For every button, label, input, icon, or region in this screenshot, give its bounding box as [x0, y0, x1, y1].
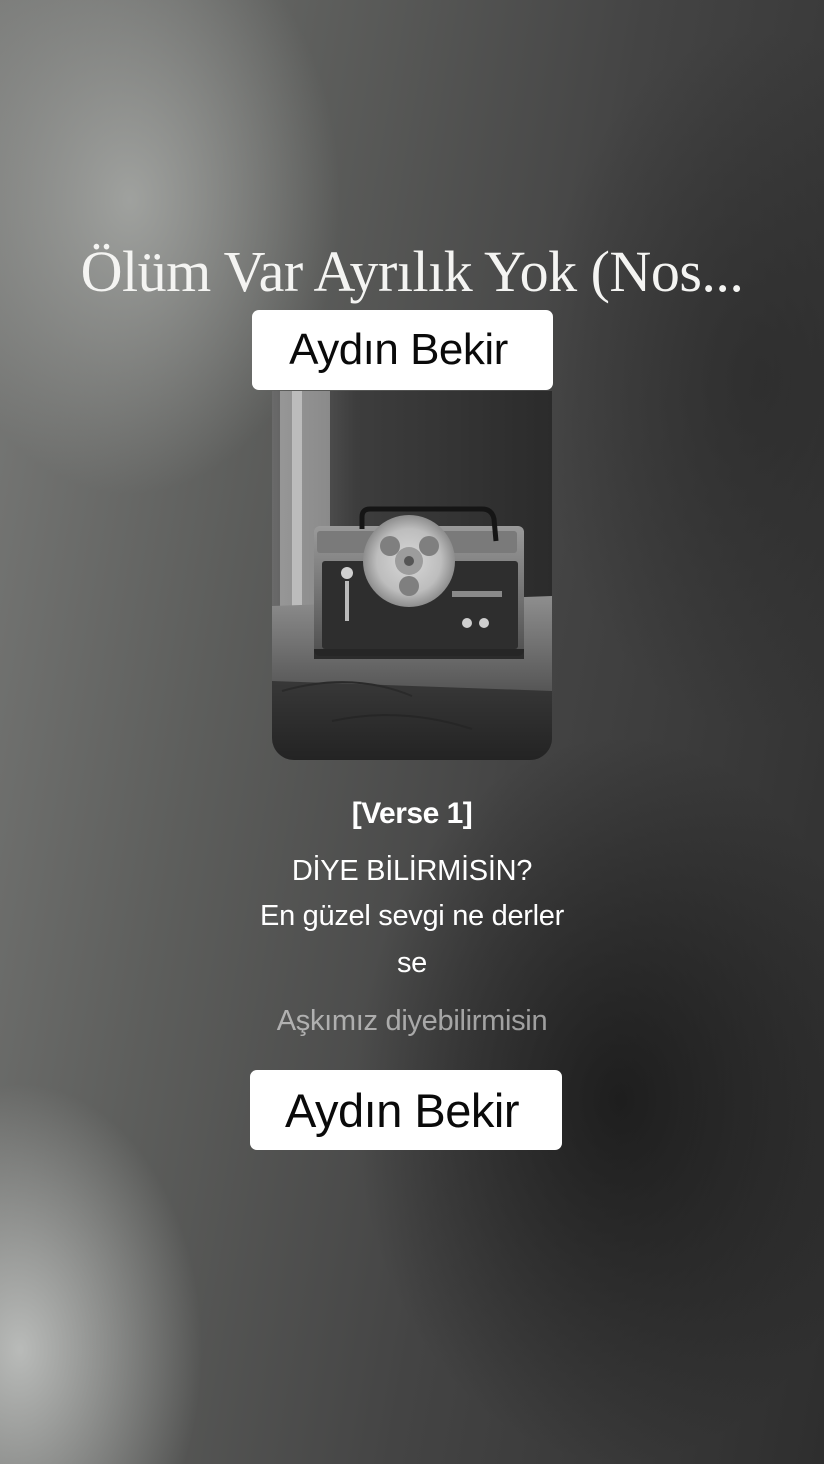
lyrics-screen: Ölüm Var Ayrılık Yok (Nos... Aydın Bekir — [0, 0, 824, 1464]
artist-badge-bottom[interactable]: Aydın Bekir — [250, 1070, 562, 1150]
lyric-line-upcoming[interactable]: Aşkımız diyebilirmisin — [0, 998, 824, 1044]
lyric-line-current[interactable]: DİYE BİLİRMİSİN? — [0, 848, 824, 894]
lyric-section-label: [Verse 1] — [351, 797, 473, 830]
lyric-line-current[interactable]: En güzel sevgi ne derler — [0, 893, 824, 939]
cover-art — [272, 391, 552, 760]
song-title: Ölüm Var Ayrılık Yok (Nos... — [80, 239, 744, 304]
cover-art-image — [272, 391, 552, 760]
artist-badge-top[interactable]: Aydın Bekir — [252, 310, 553, 390]
lyric-line-current[interactable]: se — [0, 940, 824, 986]
